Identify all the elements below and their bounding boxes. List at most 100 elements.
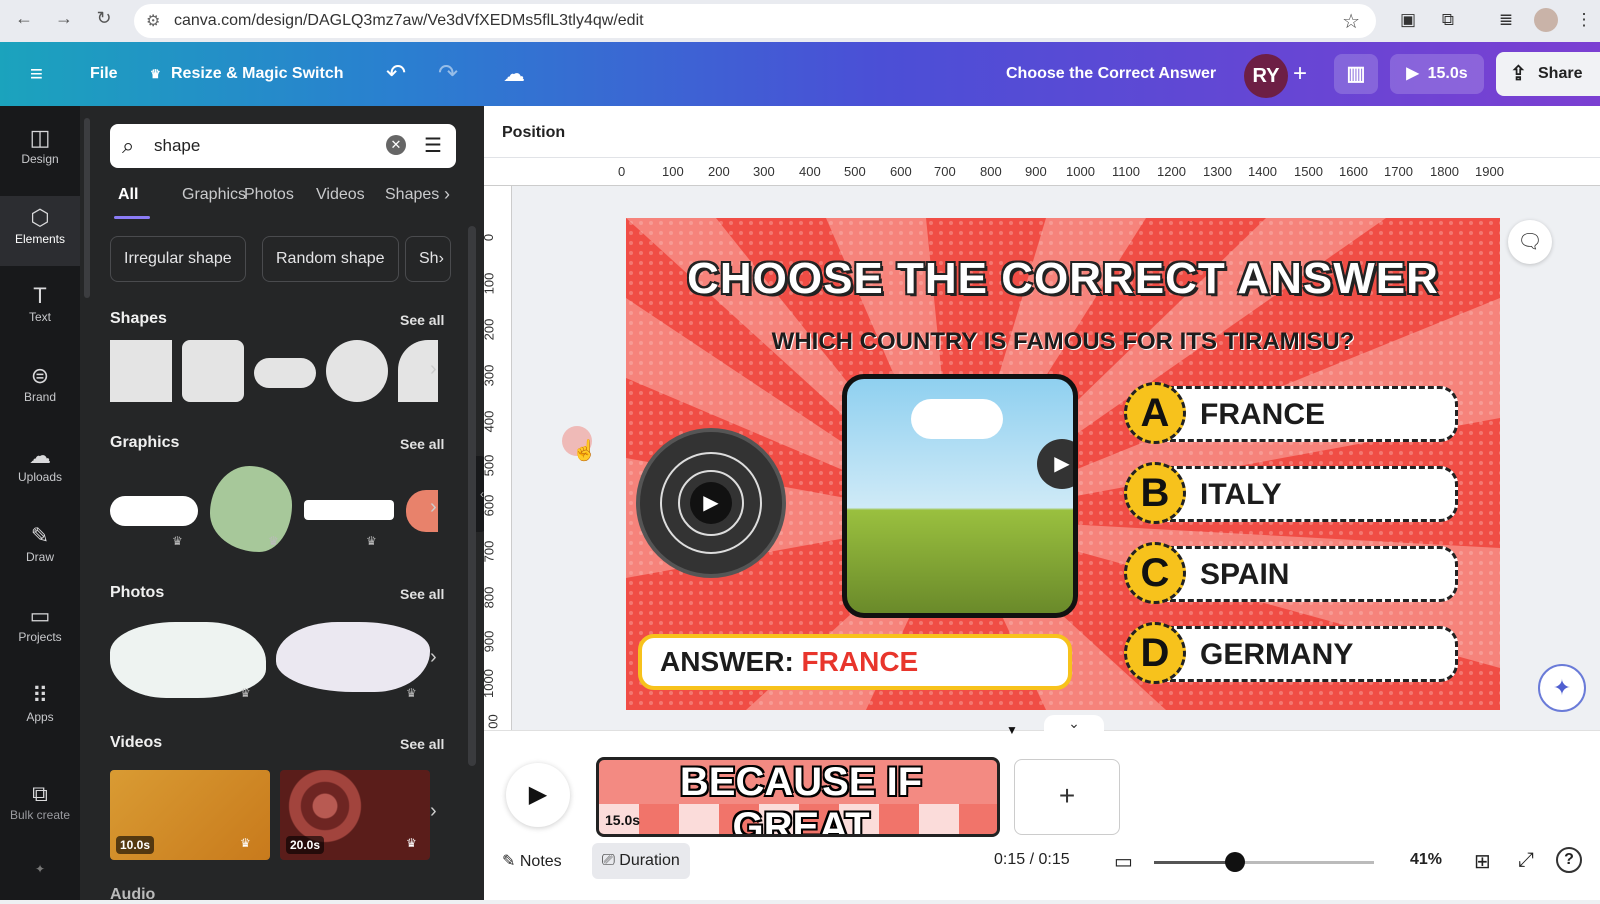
media-control-icon[interactable]: ≣ [1494,8,1518,32]
video-thumb-gold[interactable]: 10.0s ♛ [110,770,270,860]
undo-icon[interactable]: ↶ [386,42,406,106]
shape-square[interactable] [110,340,172,402]
chip-random-shape[interactable]: Random shape [262,236,399,282]
tab-photos[interactable]: Photos [244,186,294,204]
play-icon[interactable]: ▶ [1037,439,1073,489]
add-comment-icon[interactable]: 🗨 [1508,220,1552,264]
chip-shape-more[interactable]: Sh› [405,236,451,282]
share-button[interactable]: ⇪ Share [1496,52,1600,96]
duration-icon: ⎚ [602,852,615,869]
play-icon[interactable]: ▶ [690,482,732,524]
photo-torn-paper-2[interactable] [276,622,430,692]
photos-next-chevron-icon[interactable]: › [430,646,437,669]
panel-left-scrollbar[interactable] [84,118,90,298]
add-collaborator-icon[interactable]: + [1293,42,1307,106]
image-placeholder-frame[interactable]: ▶ [842,374,1078,618]
address-bar[interactable]: ⚙ canva.com/design/DAGLQ3mz7aw/Ve3dVfXED… [134,4,1376,38]
graphics-next-chevron-icon[interactable]: › [430,496,437,519]
browser-toolbar: ← → ↻ ⚙ canva.com/design/DAGLQ3mz7aw/Ve3… [0,0,1600,42]
cloud-saved-icon[interactable]: ☁ [503,42,525,106]
timeline-clip[interactable]: BECAUSE IF GREAT 15.0s [596,757,1000,837]
clear-search-icon[interactable]: ✕ [386,135,406,155]
design-title[interactable]: Choose the Correct Answer [1006,42,1216,106]
rail-item-elements[interactable]: ⬡ Elements [0,196,80,266]
rail-item-projects[interactable]: ▭ Projects [0,602,80,666]
tab-all[interactable]: All [118,186,138,204]
extension-m-icon[interactable]: ▣ [1396,8,1420,32]
zoom-slider-fill [1154,861,1236,864]
option-text-b: ITALY [1200,478,1282,511]
chip-irregular-shape[interactable]: Irregular shape [110,236,246,282]
rail-item-text[interactable]: T Text [0,282,80,346]
forward-icon[interactable]: → [44,8,84,29]
rail-label: Uploads [17,470,63,484]
answer-box[interactable]: ANSWER: FRANCE [638,634,1072,690]
file-menu[interactable]: File [90,42,118,106]
reload-icon[interactable]: ↻ [84,8,124,29]
see-all-videos[interactable]: See all [400,736,444,752]
shapes-next-chevron-icon[interactable]: › [430,358,437,381]
shape-pill[interactable] [254,358,316,388]
design-canvas[interactable]: CHOOSE THE CORRECT ANSWER WHICH COUNTRY … [626,218,1500,710]
playhead-marker-icon[interactable]: ▼ [1006,723,1018,737]
panel-scrollbar[interactable] [468,226,476,766]
zoom-slider[interactable] [1154,852,1374,872]
grid-view-icon[interactable]: ⊞ [1474,849,1491,874]
timeline-collapse-chevron-icon[interactable]: ⌄ [1044,715,1104,737]
insights-chart-icon[interactable]: ▥ [1334,54,1378,94]
design-question[interactable]: WHICH COUNTRY IS FAMOUS FOR ITS TIRAMISU… [626,328,1500,356]
tab-graphics[interactable]: Graphics [182,186,246,204]
extensions-puzzle-icon[interactable]: ⧉ [1436,8,1460,32]
page-view-icon[interactable]: ▭ [1114,849,1133,874]
elements-panel: ⌕ shape ✕ ☰ All Graphics Photos Videos S… [80,106,488,903]
resize-magic-switch-button[interactable]: Resize & Magic Switch [171,42,344,106]
vinyl-record[interactable]: ▶ [636,428,786,578]
help-icon[interactable]: ? [1556,847,1582,873]
present-button[interactable]: ▶ 15.0s [1390,54,1484,94]
search-input[interactable]: ⌕ shape ✕ ☰ [110,124,456,168]
redo-icon[interactable]: ↷ [438,42,458,106]
hamburger-menu-icon[interactable]: ≡ [30,42,43,106]
rail-item-brand[interactable]: ⊜ Brand [0,362,80,426]
ruler-tick-label: 1900 [1475,164,1504,179]
notes-button[interactable]: ✎ Notes [502,851,562,871]
position-button[interactable]: Position [502,124,565,142]
shape-rounded-square[interactable] [182,340,244,402]
add-page-button[interactable]: + [1014,759,1120,835]
browser-menu-icon[interactable]: ⋮ [1572,8,1596,32]
tab-shapes[interactable]: Shapes [385,186,439,204]
zoom-level[interactable]: 41% [1410,851,1442,869]
video-thumb-chocolates[interactable]: 20.0s ♛ [280,770,430,860]
rail-item-design[interactable]: ◫ Design [0,124,80,188]
design-heading[interactable]: CHOOSE THE CORRECT ANSWER [626,254,1500,304]
graphic-white-bar[interactable] [304,500,394,520]
duration-button[interactable]: ⎚ Duration [592,843,690,879]
see-all-shapes[interactable]: See all [400,312,444,328]
see-all-graphics[interactable]: See all [400,436,444,452]
fullscreen-icon[interactable]: ⤢ [1518,849,1534,872]
avatar[interactable]: RY [1244,54,1288,98]
shape-circle[interactable] [326,340,388,402]
site-settings-icon[interactable]: ⚙ [146,11,160,31]
filter-sliders-icon[interactable]: ☰ [424,124,442,168]
magic-assistant-icon[interactable]: ✦ [1538,664,1586,712]
see-all-photos[interactable]: See all [400,586,444,602]
rail-item-uploads[interactable]: ☁ Uploads [0,442,80,506]
tab-videos[interactable]: Videos [316,186,365,204]
rail-item-apps[interactable]: ⠿ Apps [0,682,80,746]
back-icon[interactable]: ← [4,8,44,29]
magic-media-icon[interactable]: ✦ [0,862,80,892]
ruler-tick-label: 300 [753,164,775,179]
bookmark-star-icon[interactable]: ☆ [1342,9,1360,34]
graphic-rounded-bar[interactable] [110,496,198,526]
tabs-next-chevron-icon[interactable]: › [444,184,450,205]
rail-item-draw[interactable]: ✎ Draw [0,522,80,586]
profile-avatar-icon[interactable] [1534,8,1558,32]
timeline-play-button[interactable]: ▶ [506,763,570,827]
rail-item-bulk-create[interactable]: ⧉ Bulk create [0,780,80,844]
premium-crown-icon: ♛ [240,686,251,700]
zoom-slider-handle[interactable] [1225,852,1246,872]
brand-icon: ⊜ [30,363,50,388]
graphic-green-blob[interactable] [210,466,292,552]
videos-next-chevron-icon[interactable]: › [430,800,437,823]
